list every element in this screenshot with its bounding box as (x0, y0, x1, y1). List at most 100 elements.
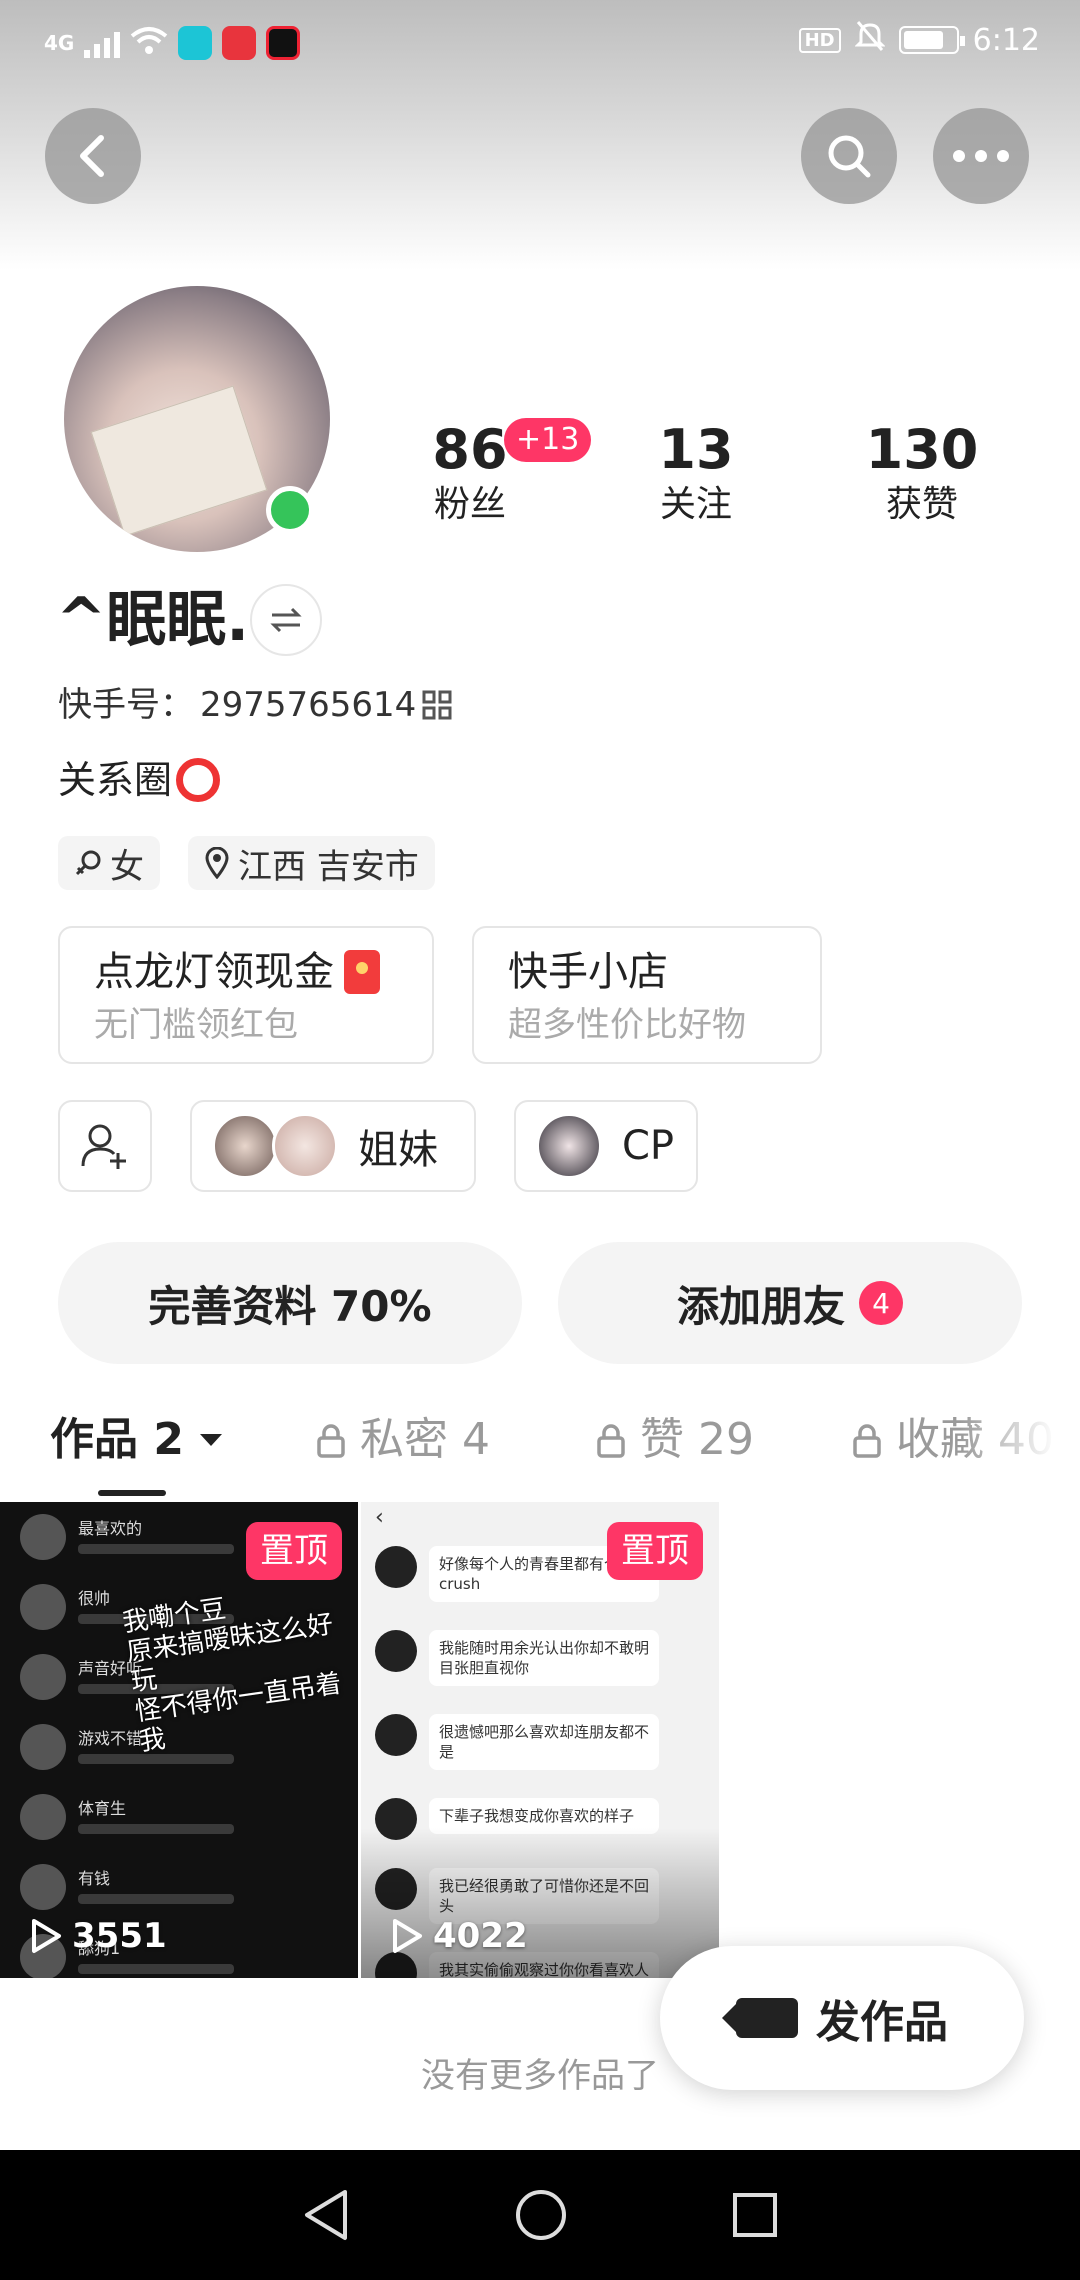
hd-icon: HD (798, 27, 841, 53)
fans-label: 粉丝 (433, 484, 506, 525)
swap-icon (270, 607, 302, 633)
system-navigation-bar (0, 2150, 1080, 2280)
bio-text: 关系圈 (58, 758, 173, 802)
bio: 关系圈 (58, 752, 221, 808)
chat-bubble-row: 我能随时用余光认出你却不敢明目张胆直视你 (361, 1616, 719, 1700)
network-type: 4G (44, 31, 75, 55)
post-work-label: 发作品 (816, 1997, 948, 2048)
chat-bubble-row: 很遗憾吧那么喜欢却连朋友都不是 (361, 1700, 719, 1784)
sisters-relation-chip[interactable]: 姐妹 (190, 1100, 476, 1192)
likes-count: 130 (865, 418, 979, 481)
huawei-notification-icon (222, 26, 257, 60)
battery-icon (898, 26, 965, 54)
avatar-book-image (90, 385, 268, 537)
more-dots-icon (953, 150, 1009, 162)
chat-bubble: 很遗憾吧那么喜欢却连朋友都不是 (429, 1714, 659, 1770)
nav-back-icon[interactable] (301, 2188, 351, 2242)
back-arrow-icon (80, 135, 104, 177)
friend-avatar (212, 1113, 278, 1179)
tabs-fade (960, 1400, 1080, 1500)
card-title: 快手小店 (508, 949, 668, 995)
chat-row: 有钱 (0, 1852, 358, 1922)
complete-profile-label: 完善资料 70% (148, 1281, 432, 1331)
chat-name: 体育生 (78, 1799, 127, 1818)
add-relation-button[interactable] (58, 1100, 152, 1192)
kuaishou-shop-card[interactable]: 快手小店 超多性价比好物 (472, 926, 822, 1064)
nav-home-icon[interactable] (514, 2188, 568, 2242)
qr-code-icon (422, 690, 452, 720)
lock-icon (317, 1424, 345, 1458)
lock-icon (853, 1424, 881, 1458)
switch-account-button[interactable] (250, 584, 322, 656)
play-count: 4022 (391, 1916, 528, 1956)
kuaishou-id-row[interactable]: 快手号： 2975765614 (58, 680, 452, 730)
chat-avatar (20, 1514, 66, 1560)
lantern-cash-card[interactable]: 点龙灯领现金 无门槛领红包 (58, 926, 434, 1064)
chat-avatar (375, 1630, 417, 1672)
dropdown-caret-icon (199, 1434, 222, 1446)
overlay-caption: 我嘞个豆 原来搞暧昧这么好玩 怪不得你一直吊着我 (120, 1594, 344, 1758)
location-pin-icon (205, 847, 229, 879)
cp-label: CP (622, 1123, 675, 1169)
status-bar: 4G HD 6:12 (0, 0, 1080, 92)
card-subtitle: 超多性价比好物 (508, 1005, 746, 1045)
camera-icon (722, 1998, 798, 2038)
location-tag: 江西 吉安市 (188, 836, 435, 890)
card-subtitle: 无门槛领红包 (94, 1005, 298, 1045)
add-friends-badge: 4 (859, 1281, 903, 1325)
play-icon (393, 1919, 422, 1953)
work-thumbnail[interactable]: ‹ 好像每个人的青春里都有个crush 我能随时用余光认出你却不敢明目张胆直视你很… (361, 1502, 719, 1978)
chat-avatar (375, 1546, 417, 1588)
sisters-label: 姐妹 (358, 1127, 438, 1173)
lock-icon (597, 1424, 625, 1458)
card-title: 点龙灯领现金 (94, 949, 334, 995)
likes-stat[interactable]: 130 获赞 (842, 420, 1002, 530)
add-person-icon (81, 1124, 126, 1169)
chat-avatar (20, 1654, 66, 1700)
chat-avatar (20, 1864, 66, 1910)
play-icon (32, 1919, 61, 1953)
friend-avatar (536, 1113, 602, 1179)
add-friends-label: 添加朋友 (676, 1281, 845, 1331)
play-count-value: 3551 (72, 1916, 167, 1956)
online-status-dot (266, 486, 314, 534)
kuaishou-id-value: 2975765614 (200, 685, 417, 725)
tab-works[interactable]: 作品 2 (50, 1410, 224, 1470)
following-count: 13 (658, 418, 734, 481)
video-notification-icon (266, 26, 301, 60)
female-icon (75, 850, 101, 876)
new-fans-badge: +13 (504, 418, 592, 462)
search-button[interactable] (801, 108, 897, 204)
chat-avatar (375, 1714, 417, 1756)
following-stat[interactable]: 13 关注 (616, 420, 776, 530)
cp-relation-chip[interactable]: CP (514, 1100, 698, 1192)
tab-private-label: 私密 4 (360, 1414, 490, 1465)
friend-avatar (272, 1113, 338, 1179)
tab-private[interactable]: 私密 4 (316, 1410, 490, 1470)
pinned-badge: 置顶 (246, 1522, 342, 1580)
nav-recents-icon[interactable] (731, 2191, 779, 2239)
active-tab-indicator (98, 1490, 166, 1496)
chat-name: 有钱 (78, 1869, 111, 1888)
gender-tag: 女 (58, 836, 160, 890)
back-button[interactable] (45, 108, 141, 204)
likes-label: 获赞 (885, 484, 958, 525)
complete-profile-button[interactable]: 完善资料 70% (58, 1242, 522, 1364)
chat-avatar (20, 1794, 66, 1840)
pinned-badge: 置顶 (607, 1522, 703, 1580)
more-button[interactable] (933, 108, 1029, 204)
play-count: 3551 (30, 1916, 167, 1956)
app-notification-icon (178, 26, 213, 60)
red-circle-emoji-icon (176, 758, 221, 802)
location-text: 江西 吉安市 (238, 846, 419, 887)
chat-bubble: 我能随时用余光认出你却不敢明目张胆直视你 (429, 1630, 659, 1686)
chat-avatar (20, 1584, 66, 1630)
tab-works-label: 作品 2 (50, 1414, 184, 1465)
mute-icon (854, 20, 886, 60)
tab-liked-label: 赞 29 (640, 1414, 754, 1465)
tab-liked[interactable]: 赞 29 (596, 1410, 754, 1470)
add-friends-button[interactable]: 添加朋友 4 (558, 1242, 1022, 1364)
work-thumbnail[interactable]: 最喜欢的 很帅 声音好听 游戏不错 体育生 有钱 舔狗1 我嘞个豆 原来搞暧昧这么好玩 怪不… (0, 1502, 358, 1978)
content-tabs: 作品 2 私密 4 赞 29 收藏 40 (0, 1400, 1080, 1500)
post-work-button[interactable]: 发作品 (660, 1946, 1024, 2090)
